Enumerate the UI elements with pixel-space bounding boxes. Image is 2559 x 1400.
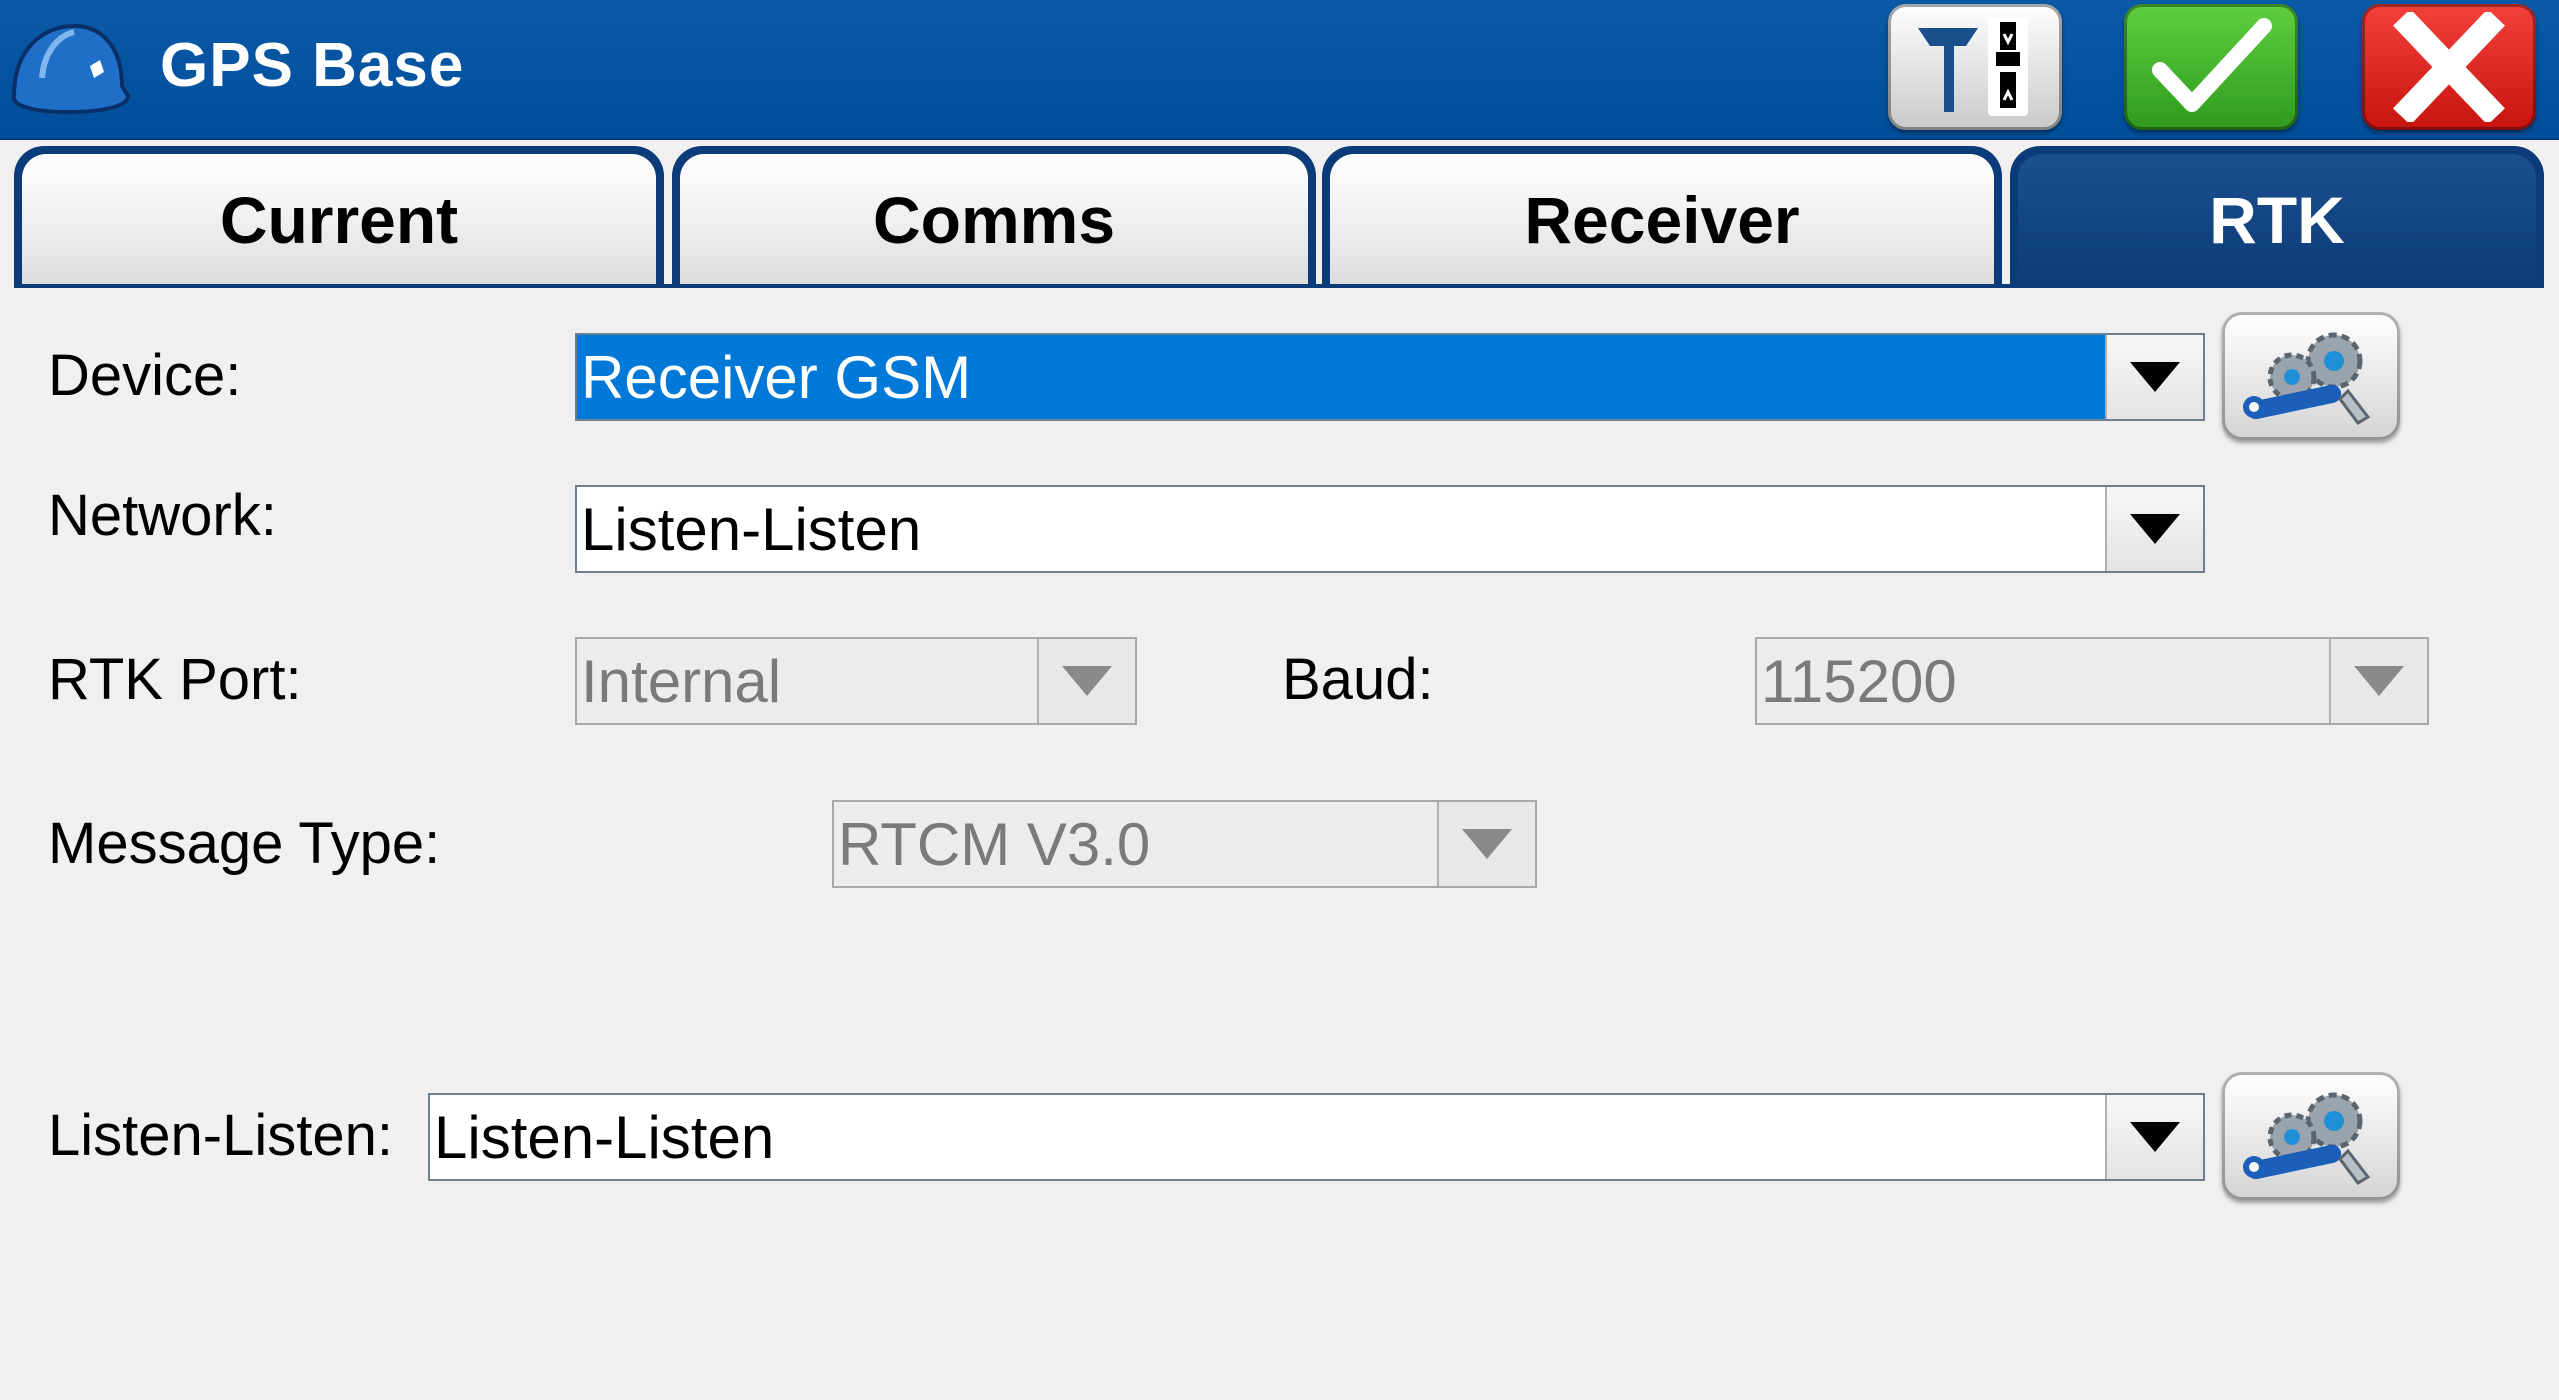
chevron-down-icon[interactable] <box>2329 639 2427 723</box>
network-label: Network: <box>48 483 277 548</box>
tab-receiver-label: Receiver <box>1330 154 1994 286</box>
tab-current-label: Current <box>22 154 656 286</box>
chevron-down-icon[interactable] <box>2105 487 2203 571</box>
baud-label: Baud: <box>1282 647 1434 712</box>
listen-dropdown[interactable]: Listen-Listen <box>428 1093 2205 1181</box>
gears-wrench-icon <box>2243 1092 2371 1185</box>
tab-divider <box>14 284 2544 288</box>
chevron-down-icon[interactable] <box>1037 639 1135 723</box>
window-title: GPS Base <box>160 31 465 100</box>
baud-value: 115200 <box>1761 647 1957 715</box>
tab-receiver[interactable]: Receiver <box>1322 146 2002 286</box>
tab-strip: Current Comms Receiver RTK <box>0 140 2559 288</box>
tab-rtk-label: RTK <box>2018 154 2536 286</box>
device-settings-button[interactable] <box>2222 312 2400 440</box>
ok-button[interactable] <box>2124 4 2298 130</box>
chevron-down-icon[interactable] <box>1437 802 1535 886</box>
rtk-port-dropdown[interactable]: Internal <box>575 637 1137 725</box>
chevron-down-icon[interactable] <box>2105 1095 2203 1179</box>
close-icon <box>2393 12 2505 122</box>
baud-dropdown[interactable]: 115200 <box>1755 637 2429 725</box>
tab-rtk[interactable]: RTK <box>2010 146 2544 286</box>
network-dropdown[interactable]: Listen-Listen <box>575 485 2205 573</box>
device-label: Device: <box>48 343 242 408</box>
listen-label: Listen-Listen: <box>48 1103 393 1168</box>
hard-hat-icon <box>11 23 131 115</box>
checkmark-icon <box>2152 18 2272 112</box>
cancel-button[interactable] <box>2362 4 2536 130</box>
title-bar: GPS Base <box>0 0 2559 140</box>
listen-settings-button[interactable] <box>2222 1072 2400 1200</box>
tab-comms[interactable]: Comms <box>672 146 1316 286</box>
tab-comms-label: Comms <box>680 154 1308 286</box>
gears-wrench-icon <box>2243 332 2371 425</box>
gps-toggle-button[interactable] <box>1888 4 2062 130</box>
device-dropdown[interactable]: Receiver GSM <box>575 333 2205 421</box>
rtk-port-value: Internal <box>581 647 782 715</box>
message-type-value: RTCM V3.0 <box>838 810 1151 878</box>
gps-antenna-icon <box>1918 18 2028 116</box>
message-type-label: Message Type: <box>48 811 441 876</box>
network-value: Listen-Listen <box>581 495 922 563</box>
device-value: Receiver GSM <box>581 343 972 411</box>
chevron-down-icon[interactable] <box>2105 335 2203 419</box>
listen-value: Listen-Listen <box>434 1103 775 1171</box>
tab-current[interactable]: Current <box>14 146 664 286</box>
message-type-dropdown[interactable]: RTCM V3.0 <box>832 800 1537 888</box>
rtk-port-label: RTK Port: <box>48 647 302 712</box>
